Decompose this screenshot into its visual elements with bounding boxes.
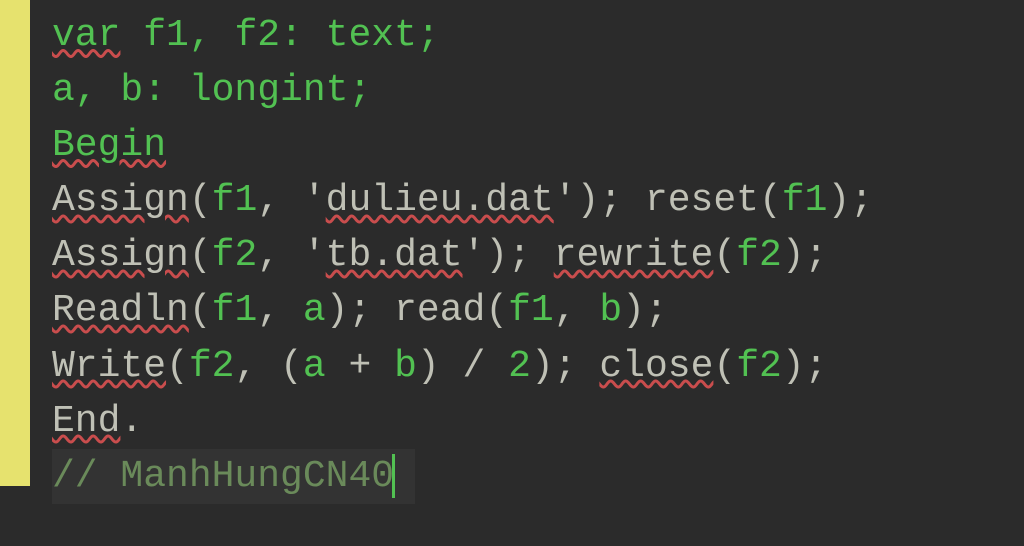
punct: ); [622, 289, 668, 332]
func-close: close [599, 339, 713, 394]
func-write: Write [52, 339, 166, 394]
number: 2 [508, 345, 531, 388]
punct: ( [485, 289, 508, 332]
func-assign: Assign [52, 228, 189, 283]
punct: ) / [417, 345, 508, 388]
keyword-begin: Begin [52, 118, 166, 173]
ident: f1 [782, 179, 828, 222]
punct: , [554, 289, 600, 332]
punct: ( [713, 345, 736, 388]
ident: f2 [736, 234, 782, 277]
code-editor[interactable]: var f1, f2: text; a, b: longint; Begin A… [0, 0, 1024, 546]
punct: ( [166, 345, 189, 388]
code-line: // ManhHungCN40 [52, 449, 1024, 504]
keyword-var: var [52, 8, 120, 63]
func-assign: Assign [52, 173, 189, 228]
code-line: a, b: longint; [52, 63, 1024, 118]
func-readln: Readln [52, 283, 189, 338]
punct: ( [189, 289, 212, 332]
code-line: Write(f2, (a + b) / 2); close(f2); [52, 339, 1024, 394]
string: dulieu.dat [326, 173, 554, 228]
punct: , ( [234, 345, 302, 388]
func-reset: reset [645, 179, 759, 222]
punct: '); [463, 234, 554, 277]
text-cursor [392, 454, 395, 498]
ident: f2 [189, 345, 235, 388]
active-line-highlight: // ManhHungCN40 [52, 449, 415, 504]
code-line: End. [52, 394, 1024, 449]
punct: , [257, 289, 303, 332]
ident: a [303, 345, 326, 388]
punct: ); [782, 345, 828, 388]
punct: ( [713, 234, 736, 277]
code-text: f1, f2: text; [120, 14, 439, 57]
punct: , ' [257, 234, 325, 277]
ident: f1 [508, 289, 554, 332]
ident: b [394, 345, 417, 388]
punct: . [120, 400, 143, 443]
ident: a [303, 289, 326, 332]
punct: ); [531, 345, 599, 388]
punct: , ' [257, 179, 325, 222]
func-rewrite: rewrite [554, 228, 714, 283]
code-text: a, b: longint; [52, 69, 371, 112]
punct: ); [782, 234, 828, 277]
ident: f1 [212, 179, 258, 222]
editor-gutter [0, 0, 30, 486]
keyword-end: End [52, 394, 120, 449]
func-read: read [394, 289, 485, 332]
ident: f1 [212, 289, 258, 332]
punct: + [326, 345, 394, 388]
string: tb.dat [326, 228, 463, 283]
punct: ( [189, 234, 212, 277]
code-line: Begin [52, 118, 1024, 173]
code-line: Readln(f1, a); read(f1, b); [52, 283, 1024, 338]
ident: b [599, 289, 622, 332]
punct: ); [827, 179, 873, 222]
punct: ); [326, 289, 394, 332]
code-line: var f1, f2: text; [52, 8, 1024, 63]
punct: ( [759, 179, 782, 222]
punct: ( [189, 179, 212, 222]
comment: // ManhHungCN40 [52, 455, 394, 498]
code-line: Assign(f1, 'dulieu.dat'); reset(f1); [52, 173, 1024, 228]
code-content[interactable]: var f1, f2: text; a, b: longint; Begin A… [30, 0, 1024, 546]
code-line: Assign(f2, 'tb.dat'); rewrite(f2); [52, 228, 1024, 283]
ident: f2 [736, 345, 782, 388]
punct: '); [554, 179, 645, 222]
ident: f2 [212, 234, 258, 277]
